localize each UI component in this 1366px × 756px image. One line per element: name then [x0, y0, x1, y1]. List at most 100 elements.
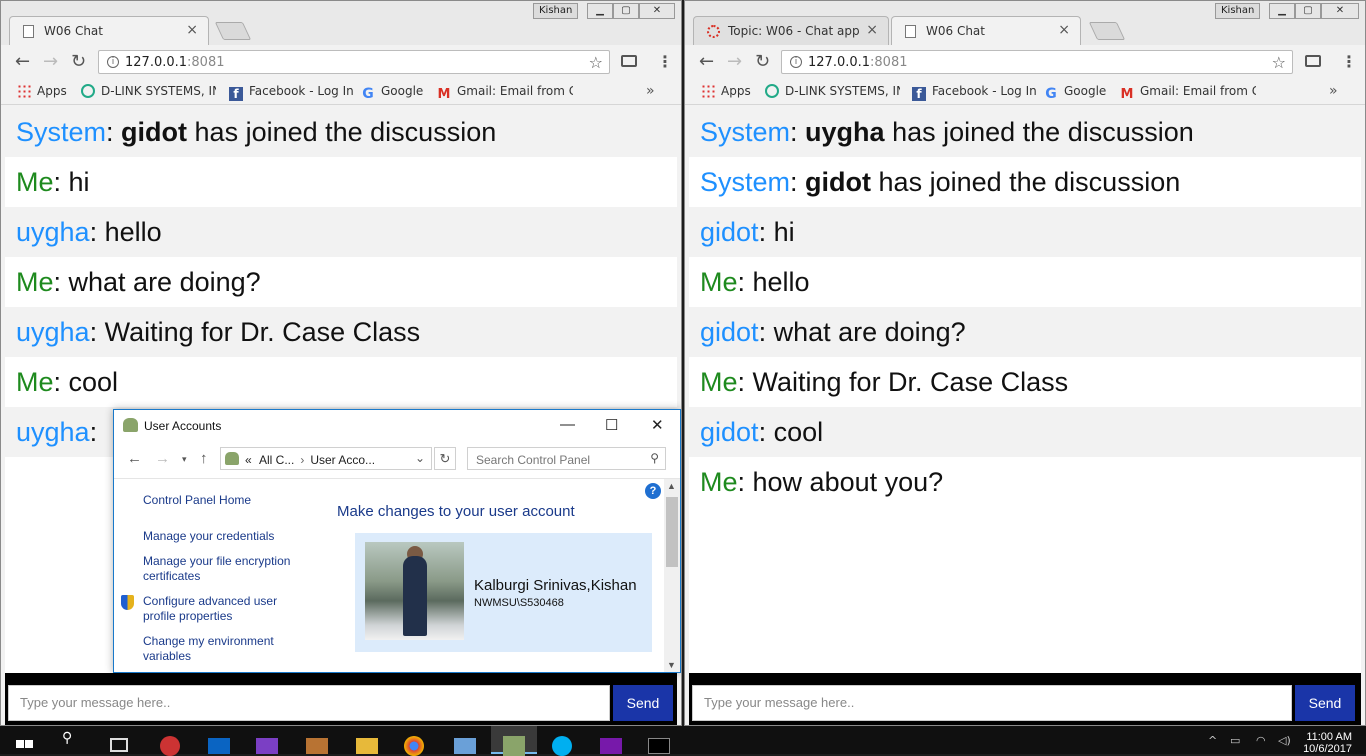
clock[interactable]: 11:00 AM 10/6/2017 — [1303, 731, 1352, 755]
clock-time: 11:00 AM — [1306, 731, 1352, 743]
advanced-profile-link[interactable]: Configure advanced user profile properti… — [121, 594, 313, 624]
new-tab-button[interactable] — [214, 22, 252, 40]
close-window-button[interactable]: ✕ — [639, 3, 675, 19]
info-icon[interactable]: i — [790, 56, 802, 68]
terminal-icon[interactable] — [648, 738, 670, 754]
message-input[interactable]: Type your message here.. — [692, 685, 1292, 721]
dlink-icon — [81, 84, 95, 98]
help-icon[interactable]: ? — [645, 483, 661, 499]
breadcrumb-user-accounts[interactable]: User Acco... — [310, 453, 375, 467]
reload-icon[interactable]: ↻ — [755, 51, 770, 72]
close-tab-icon[interactable]: × — [186, 22, 198, 38]
recent-locations-icon[interactable]: ▾ — [182, 454, 187, 465]
bookmark-gmail[interactable]: M Gmail: Email from Go — [1120, 84, 1256, 102]
maximize-button[interactable]: ▢ — [1295, 3, 1321, 19]
dialog-scrollbar[interactable]: ▲ ▼ — [664, 479, 680, 672]
new-tab-button[interactable] — [1088, 22, 1126, 40]
wifi-icon[interactable]: ◠ — [1256, 734, 1266, 747]
profile-badge[interactable]: Kishan — [533, 3, 579, 19]
message-input[interactable]: Type your message here.. — [8, 685, 610, 721]
cast-extension-icon[interactable] — [1305, 55, 1321, 67]
dialog-maximize-button[interactable]: ☐ — [605, 416, 618, 434]
up-icon[interactable]: ↑ — [200, 450, 208, 467]
tab-w06-chat[interactable]: W06 Chat × — [9, 16, 209, 45]
chevron-down-icon[interactable]: ⌄ — [415, 451, 425, 465]
send-button[interactable]: Send — [1295, 685, 1355, 721]
user-accounts-icon[interactable] — [503, 736, 525, 756]
file-explorer-icon[interactable] — [356, 738, 378, 754]
skype-icon[interactable] — [552, 736, 572, 756]
breadcrumb[interactable]: « All C... › User Acco... ⌄ — [220, 447, 432, 470]
search-control-panel-input[interactable]: Search Control Panel ⚲ — [467, 447, 666, 470]
close-window-button[interactable]: ✕ — [1321, 3, 1359, 19]
environment-variables-link[interactable]: Change my environment variables — [143, 634, 313, 664]
volume-icon[interactable]: ◁) — [1278, 734, 1291, 747]
forward-icon[interactable]: → — [155, 450, 170, 467]
address-bar[interactable]: i 127.0.0.1:8081 ☆ — [781, 50, 1293, 74]
task-view-icon[interactable] — [110, 738, 128, 752]
visual-studio-icon[interactable] — [256, 738, 278, 754]
tab-topic-w06[interactable]: Topic: W06 - Chat app × — [693, 16, 889, 45]
bookmark-facebook[interactable]: f Facebook - Log In — [229, 84, 354, 101]
message-sender: System — [16, 117, 107, 147]
bookmark-star-icon[interactable]: ☆ — [1272, 53, 1286, 72]
bookmark-google[interactable]: G Google — [361, 84, 423, 101]
app-icon[interactable] — [454, 738, 476, 754]
breadcrumb-overflow[interactable]: « — [245, 453, 252, 467]
bookmark-apps[interactable]: Apps — [17, 84, 67, 98]
back-icon[interactable]: ← — [127, 450, 142, 467]
scroll-down-icon[interactable]: ▼ — [667, 660, 676, 670]
app-icon[interactable] — [160, 736, 180, 756]
forward-icon[interactable]: → — [727, 51, 742, 72]
tab-w06-chat[interactable]: W06 Chat × — [891, 16, 1081, 45]
back-icon[interactable]: ← — [699, 51, 714, 72]
info-icon[interactable]: i — [107, 56, 119, 68]
address-bar[interactable]: i 127.0.0.1:8081 ☆ — [98, 50, 610, 74]
scroll-up-icon[interactable]: ▲ — [667, 481, 676, 491]
file-encryption-link[interactable]: Manage your file encryption certificates — [143, 554, 313, 584]
chat-message: Me: hi — [5, 157, 677, 207]
reload-icon[interactable]: ↻ — [71, 51, 86, 72]
bookmark-star-icon[interactable]: ☆ — [589, 53, 603, 72]
chrome-icon[interactable] — [404, 736, 424, 756]
scroll-thumb[interactable] — [666, 497, 678, 567]
minimize-button[interactable]: ▁ — [1269, 3, 1295, 19]
search-icon[interactable]: ⚲ — [62, 730, 84, 750]
close-tab-icon[interactable]: × — [866, 22, 878, 38]
bookmark-gmail[interactable]: M Gmail: Email from Go — [437, 84, 573, 102]
forward-icon[interactable]: → — [43, 51, 58, 72]
cast-extension-icon[interactable] — [621, 55, 637, 67]
minimize-button[interactable]: ▁ — [587, 3, 613, 19]
clock-date: 10/6/2017 — [1303, 743, 1352, 755]
account-photo[interactable] — [365, 542, 464, 640]
back-icon[interactable]: ← — [15, 51, 30, 72]
account-card: Kalburgi Srinivas,Kishan NWMSU\S530468 — [355, 533, 652, 652]
maximize-button[interactable]: ▢ — [613, 3, 639, 19]
bookmark-dlink[interactable]: D-LINK SYSTEMS, INC — [765, 84, 900, 98]
start-button[interactable] — [14, 730, 36, 750]
menu-icon[interactable]: ⋮ — [657, 52, 673, 71]
refresh-icon[interactable]: ↻ — [434, 447, 456, 470]
url-host: 127.0.0.1 — [125, 55, 188, 70]
close-tab-icon[interactable]: × — [1058, 22, 1070, 38]
send-button[interactable]: Send — [613, 685, 673, 721]
network-icon[interactable]: ▭ — [1230, 734, 1240, 747]
manage-credentials-link[interactable]: Manage your credentials — [143, 529, 313, 544]
bookmark-facebook[interactable]: f Facebook - Log In — [912, 84, 1037, 101]
more-bookmarks-icon[interactable]: » — [646, 83, 655, 99]
dialog-minimize-button[interactable]: — — [560, 416, 575, 433]
menu-icon[interactable]: ⋮ — [1341, 52, 1357, 71]
bookmark-apps[interactable]: Apps — [701, 84, 751, 98]
bookmark-google[interactable]: G Google — [1044, 84, 1106, 101]
bookmark-dlink[interactable]: D-LINK SYSTEMS, INC — [81, 84, 216, 98]
chevron-up-icon[interactable]: ^ — [1208, 734, 1217, 747]
onenote-icon[interactable] — [600, 738, 622, 754]
control-panel-home-link[interactable]: Control Panel Home — [143, 493, 313, 508]
more-bookmarks-icon[interactable]: » — [1329, 83, 1338, 99]
dialog-close-button[interactable]: ✕ — [651, 416, 664, 434]
app-icon[interactable] — [306, 738, 328, 754]
profile-badge[interactable]: Kishan — [1215, 3, 1261, 19]
message-text: : hi — [758, 217, 795, 247]
outlook-icon[interactable] — [208, 738, 230, 754]
breadcrumb-all-control-panel[interactable]: All C... — [259, 453, 294, 467]
